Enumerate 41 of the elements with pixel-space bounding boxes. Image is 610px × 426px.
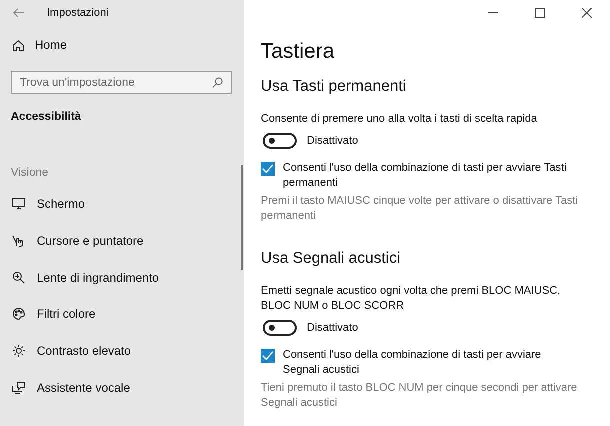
sidebar-item[interactable]: Filtri colore [0,296,244,333]
back-button[interactable] [13,7,27,19]
sidebar-item[interactable]: Schermo [0,186,244,223]
checkbox[interactable] [261,349,275,363]
hint-text: Tieni premuto il tasto BLOC NUM per cinque secondi per attivare Segnali acustici [261,381,578,411]
toggle-label: Disattivato [307,322,358,334]
section-heading: Accessibilità [11,111,82,123]
back-arrow-icon [13,7,25,19]
sidebar-item[interactable]: Cursore e puntatore [0,222,244,260]
sidebar-item[interactable]: Contrasto elevato [0,332,244,370]
toggle-switch[interactable] [263,133,297,149]
search-field[interactable]: Trova un'impostazione [11,71,232,94]
maximize-icon [534,8,544,18]
monitor-icon [12,197,26,212]
page-title: Tastiera [261,40,336,65]
checkbox[interactable] [261,162,275,176]
palette-icon [12,307,26,322]
toggle-label: Disattivato [307,135,358,147]
hint-text: Premi il tasto MAIUSC cinque volte per attivare o disattivare Tasti permanenti [261,194,580,224]
checkmark-icon [261,349,275,363]
sidebar-item[interactable]: Lente di ingrandimento [0,259,244,296]
description: Emetti segnale acustico ogni volta che premi BLOC MAIUSC, BLOC NUM o BLOC SCORR [261,284,562,314]
checkbox-label: Consenti l'uso della combinazione di tasti per avviare Tasti permanenti [283,161,568,191]
toggle-switch[interactable] [263,320,297,336]
magnifier-icon [12,270,26,285]
window-title: Impostazioni [47,7,109,19]
sun-icon [12,344,26,358]
hand-pointer-icon [12,234,26,248]
description: Consente di premere uno alla volta i tasti di scelta rapida [261,112,538,127]
scrollbar[interactable] [241,165,243,270]
search-icon [212,77,223,88]
screen-speech-icon [12,380,26,395]
home-item[interactable]: Home [0,37,244,53]
sidebar-item[interactable]: Assistente vocale [0,369,244,406]
section-heading: Usa Tasti permanenti [261,77,408,97]
home-icon [12,38,25,52]
close-icon [582,8,592,18]
section-heading: Usa Segnali acustici [261,249,402,269]
checkbox-label: Consenti l'uso della combinazione di tasti per avviare Segnali acustici [283,348,542,378]
checkmark-icon [261,162,275,176]
group-label: Visione [11,167,50,181]
